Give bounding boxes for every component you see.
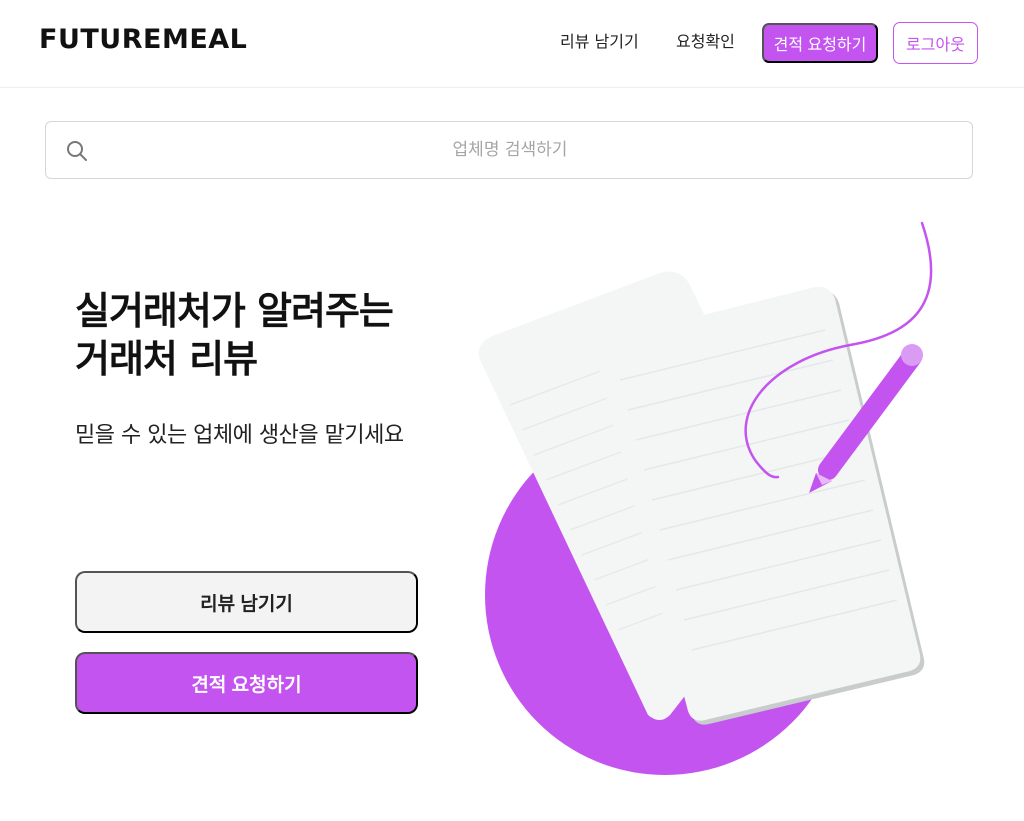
nav-review-link[interactable]: 리뷰 남기기 bbox=[560, 31, 639, 53]
hero-title-line2: 거래처 리뷰 bbox=[75, 337, 258, 381]
hero-title-line1: 실거래처가 알려주는 bbox=[75, 289, 394, 333]
search-icon[interactable] bbox=[66, 140, 88, 162]
search-input[interactable] bbox=[106, 122, 914, 178]
hero-title: 실거래처가 알려주는 거래처 리뷰 bbox=[75, 287, 455, 383]
logo-text: FUTUREMEAL bbox=[39, 24, 248, 55]
nav-request-check-link[interactable]: 요청확인 bbox=[676, 31, 735, 53]
top-header: FUTUREMEAL 리뷰 남기기 요청확인 견적 요청하기 로그아웃 bbox=[0, 0, 1024, 88]
nav-quote-button[interactable]: 견적 요청하기 bbox=[762, 23, 878, 63]
documents-pen-illustration bbox=[478, 221, 933, 775]
search-bar[interactable] bbox=[45, 121, 973, 179]
quote-request-button[interactable]: 견적 요청하기 bbox=[75, 652, 418, 714]
hero-subtitle: 믿을 수 있는 업체에 생산을 맡기세요 bbox=[75, 423, 404, 448]
logo[interactable]: FUTUREMEAL bbox=[39, 23, 247, 57]
logout-button[interactable]: 로그아웃 bbox=[893, 22, 978, 64]
review-button[interactable]: 리뷰 남기기 bbox=[75, 571, 418, 633]
